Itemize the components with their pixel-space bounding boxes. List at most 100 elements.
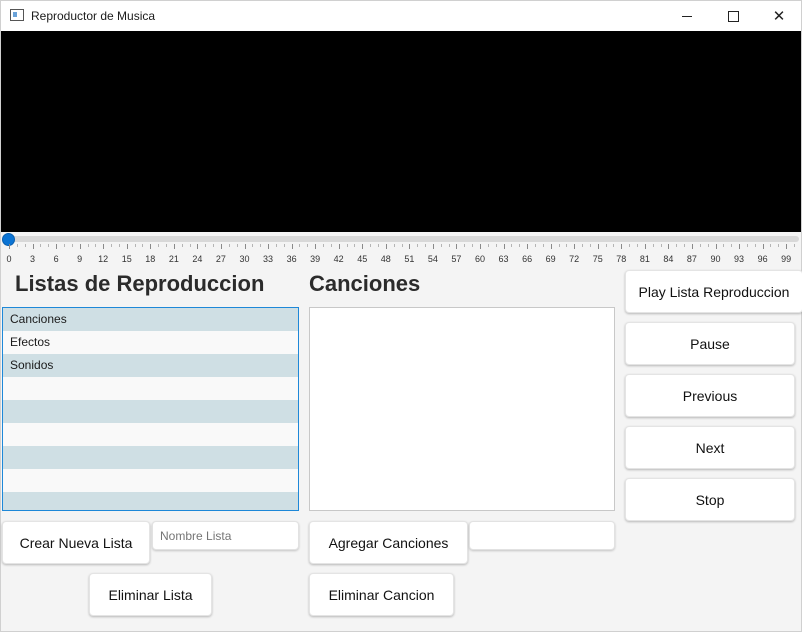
playlist-empty-row[interactable] [3, 423, 298, 446]
slider-minor-tick [699, 244, 701, 247]
playlists-heading: Listas de Reproduccion [15, 271, 265, 296]
slider-minor-tick [87, 244, 89, 247]
slider-major-tick [762, 244, 764, 249]
playlist-item[interactable]: Sonidos [3, 354, 298, 377]
slider-major-tick [621, 244, 623, 249]
slider-major-tick [409, 244, 411, 249]
slider-major-tick [739, 244, 741, 249]
app-window-icon [10, 9, 24, 21]
slider-tick-label: 69 [545, 254, 556, 264]
slider-major-tick [385, 244, 387, 249]
slider-minor-tick [307, 244, 309, 247]
slider-tick-label: 27 [215, 254, 226, 264]
slider-major-tick [480, 244, 481, 249]
title-bar[interactable]: Reproductor de Musica ✕ [1, 1, 801, 31]
playlist-empty-row[interactable] [3, 377, 298, 400]
stop-button[interactable]: Stop [625, 478, 795, 521]
slider-minor-tick [613, 244, 615, 247]
slider-major-tick [9, 244, 10, 249]
slider-major-tick [574, 244, 576, 249]
slider-minor-tick [354, 244, 356, 247]
slider-tick-label: 51 [404, 254, 415, 264]
add-songs-button[interactable]: Agregar Canciones [309, 521, 468, 564]
slider-minor-tick [425, 244, 427, 247]
slider-major-tick [197, 244, 199, 249]
slider-tick-label: 57 [451, 254, 462, 264]
slider-minor-tick [63, 244, 65, 247]
slider-tick-label: 15 [121, 254, 132, 264]
slider-minor-tick [448, 244, 450, 247]
slider-tick-label: 36 [286, 254, 297, 264]
slider-minor-tick [189, 244, 191, 247]
slider-tick-label: 48 [380, 254, 391, 264]
slider-minor-tick [236, 244, 238, 247]
slider-major-tick [244, 244, 246, 249]
maximize-button[interactable] [710, 1, 756, 31]
delete-song-button[interactable]: Eliminar Cancion [309, 573, 454, 616]
slider-tick-label: 18 [145, 254, 156, 264]
songs-list[interactable] [309, 307, 615, 511]
slider-minor-tick [260, 244, 262, 247]
slider-minor-tick [377, 244, 379, 247]
slider-minor-tick [142, 244, 144, 247]
slider-tick-label: 0 [6, 254, 12, 264]
slider-minor-tick [370, 244, 372, 247]
slider-minor-tick [299, 244, 301, 247]
playlist-empty-row[interactable] [3, 469, 298, 492]
slider-minor-tick [605, 244, 607, 247]
slider-major-tick [786, 244, 788, 249]
slider-major-tick [56, 244, 58, 249]
slider-tick-label: 93 [734, 254, 745, 264]
slider-minor-tick [770, 244, 772, 247]
add-songs-field[interactable] [469, 521, 615, 550]
pause-button[interactable]: Pause [625, 322, 795, 365]
slider-tick-label: 99 [781, 254, 792, 264]
slider-minor-tick [393, 244, 395, 247]
slider-track[interactable] [2, 236, 799, 242]
slider-minor-tick [16, 244, 18, 247]
minimize-button[interactable] [664, 1, 710, 31]
slider-major-tick [126, 244, 128, 249]
playlist-name-input[interactable] [152, 521, 299, 550]
previous-button[interactable]: Previous [625, 374, 795, 417]
slider-major-tick [32, 244, 34, 249]
playlist-empty-row[interactable] [3, 492, 298, 510]
slider-major-tick [268, 244, 270, 249]
slider-minor-tick [228, 244, 230, 247]
play-playlist-button[interactable]: Play Lista Reproduccion [625, 270, 802, 313]
minimize-icon [682, 15, 692, 17]
delete-playlist-button[interactable]: Eliminar Lista [89, 573, 212, 616]
slider-major-tick [291, 244, 293, 249]
slider-minor-tick [166, 244, 167, 247]
slider-minor-tick [778, 244, 780, 247]
slider-minor-tick [637, 244, 638, 247]
slider-minor-tick [676, 244, 678, 247]
playlist-item[interactable]: Efectos [3, 331, 298, 354]
slider-minor-tick [652, 244, 654, 247]
slider-minor-tick [629, 244, 631, 247]
next-button[interactable]: Next [625, 426, 795, 469]
slider-major-tick [362, 244, 364, 249]
slider-major-tick [715, 244, 717, 249]
slider-major-tick [668, 244, 670, 249]
playlist-item[interactable]: Canciones [3, 308, 298, 331]
slider-minor-tick [71, 244, 73, 247]
slider-minor-tick [158, 244, 160, 247]
playlist-empty-row[interactable] [3, 446, 298, 469]
slider-major-tick [456, 244, 458, 249]
slider-minor-tick [472, 244, 474, 247]
create-playlist-button[interactable]: Crear Nueva Lista [2, 521, 150, 564]
slider-minor-tick [48, 244, 50, 247]
playlist-list[interactable]: Canciones Efectos Sonidos [2, 307, 299, 511]
playlist-empty-row[interactable] [3, 400, 298, 423]
close-button[interactable]: ✕ [756, 1, 802, 31]
slider-tick-label: 63 [498, 254, 509, 264]
slider-minor-tick [401, 244, 403, 247]
slider-tick-label: 60 [474, 254, 485, 264]
slider-minor-tick [684, 244, 686, 247]
slider-minor-tick [487, 244, 489, 247]
progress-slider[interactable]: 0 3 6 9 12 15 18 21 24 27 30 33 36 39 42 45 48 51 54 57 60 63… [1, 232, 801, 268]
slider-major-tick [79, 244, 81, 249]
slider-major-tick [432, 244, 434, 249]
slider-minor-tick [519, 244, 521, 247]
